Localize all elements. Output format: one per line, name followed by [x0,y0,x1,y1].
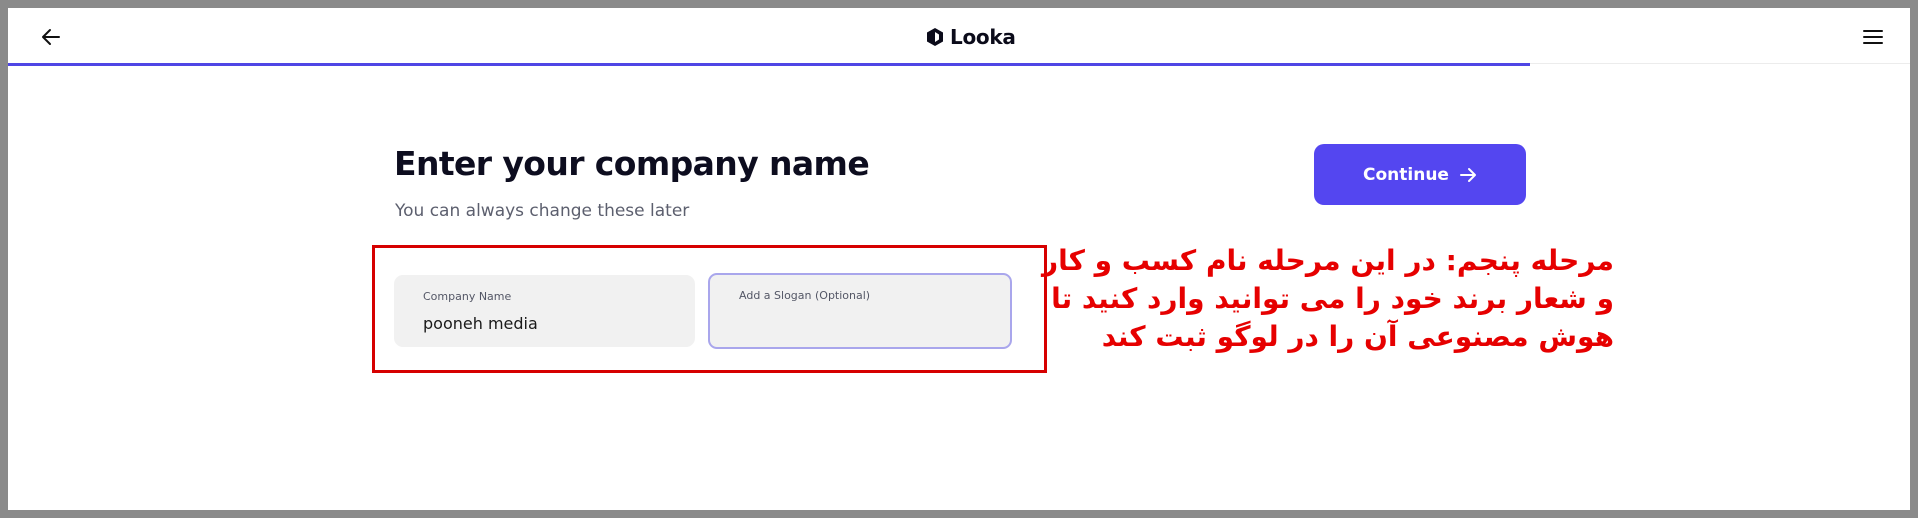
page-subtitle: You can always change these later [395,201,690,221]
brand-name: Looka [950,25,1016,49]
menu-button[interactable] [1858,22,1888,52]
looka-logo-icon [927,28,943,46]
hamburger-menu-icon [1863,30,1883,44]
top-navigation-bar: Looka [8,8,1910,64]
company-name-input[interactable]: pooneh media [423,314,695,333]
arrow-right-icon [1459,167,1476,182]
browser-viewport: Looka Enter your company name You can al… [8,8,1910,510]
annotation-line: مرحله پنجم: در این مرحله نام کسب و کار [1041,244,1614,277]
annotation-line: و شعار برند خود را می توانید وارد کنید ت… [1051,282,1614,315]
progress-bar [8,63,1910,66]
progress-bar-fill [8,63,1530,66]
slogan-label: Add a Slogan (Optional) [739,289,871,302]
annotation-line: هوش مصنوعی آن را در لوگو ثبت کند [1101,320,1614,353]
company-name-field[interactable]: Company Name pooneh media [394,275,695,347]
looka-logo[interactable]: Looka [926,21,1016,53]
page-title: Enter your company name [394,144,870,183]
back-button[interactable] [36,22,66,52]
company-name-label: Company Name [423,290,512,303]
slogan-field[interactable]: Add a Slogan (Optional) [708,273,1012,349]
continue-button-label: Continue [1363,164,1449,185]
continue-button[interactable]: Continue [1314,144,1526,205]
persian-annotation-text: مرحله پنجم: در این مرحله نام کسب و کار و… [1041,242,1614,356]
arrow-left-icon [42,29,60,45]
